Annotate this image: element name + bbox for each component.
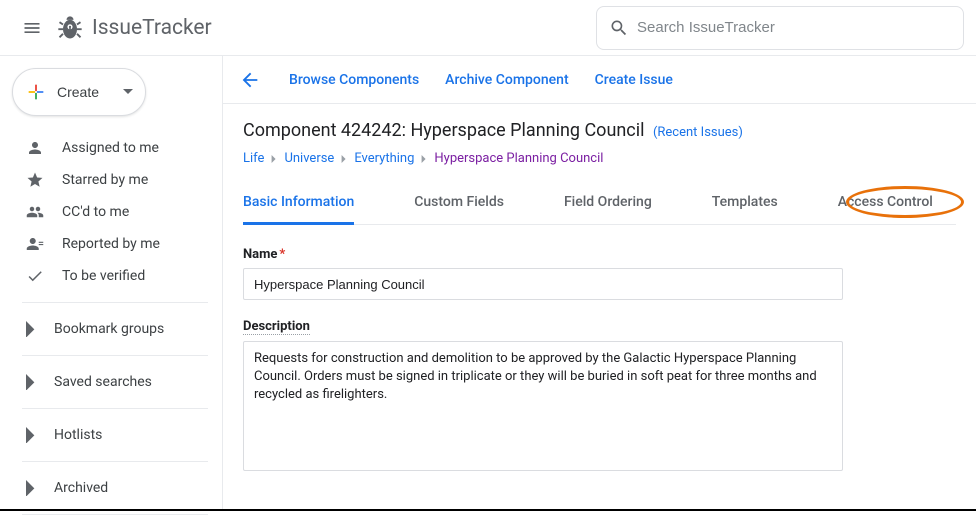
back-button[interactable]: [239, 68, 263, 92]
sidebar: Create Assigned to me Starred by me CC'd…: [0, 56, 222, 511]
breadcrumb-link[interactable]: Universe: [284, 151, 334, 166]
chevron-right-icon: [270, 155, 278, 163]
tab-access-control[interactable]: Access Control: [838, 184, 933, 224]
sidebar-item-label: Starred by me: [62, 172, 148, 188]
chevron-down-icon: [123, 87, 133, 97]
person-icon: [26, 139, 44, 157]
search-icon: [609, 18, 629, 38]
create-button[interactable]: Create: [12, 68, 146, 116]
search-input[interactable]: [637, 19, 955, 36]
sidebar-item-label: To be verified: [62, 268, 145, 284]
divider: [22, 302, 208, 303]
breadcrumb-current: Hyperspace Planning Council: [434, 151, 603, 166]
arrow-right-icon: [26, 321, 36, 338]
name-input[interactable]: [243, 268, 843, 300]
app-title: IssueTracker: [92, 16, 212, 40]
check-icon: [26, 267, 44, 285]
sidebar-item-ccd[interactable]: CC'd to me: [0, 196, 222, 228]
sidebar-group-saved[interactable]: Saved searches: [0, 362, 222, 402]
archive-component-link[interactable]: Archive Component: [445, 72, 568, 88]
description-textarea[interactable]: [243, 341, 843, 471]
sidebar-group-bookmarks[interactable]: Bookmark groups: [0, 309, 222, 349]
divider: [22, 408, 208, 409]
sidebar-group-label: Hotlists: [54, 427, 102, 443]
sidebar-item-label: Assigned to me: [62, 140, 159, 156]
plus-icon: [25, 81, 47, 103]
people-icon: [26, 203, 44, 221]
hamburger-icon: [22, 18, 42, 38]
breadcrumb-link[interactable]: Life: [243, 151, 264, 166]
browse-components-link[interactable]: Browse Components: [289, 72, 419, 88]
arrow-right-icon: [26, 374, 36, 391]
divider: [22, 355, 208, 356]
search-box[interactable]: [596, 6, 964, 50]
sidebar-group-label: Bookmark groups: [54, 321, 164, 337]
action-bar: Browse Components Archive Component Crea…: [223, 56, 976, 104]
create-label: Create: [57, 84, 99, 100]
name-label: Name*: [243, 247, 956, 262]
hamburger-menu-button[interactable]: [12, 8, 52, 48]
sidebar-item-reported[interactable]: Reported by me: [0, 228, 222, 260]
arrow-back-icon: [239, 69, 261, 91]
top-bar: IssueTracker: [0, 0, 976, 56]
sidebar-item-verified[interactable]: To be verified: [0, 260, 222, 292]
breadcrumb: Life Universe Everything Hyperspace Plan…: [243, 151, 956, 166]
bug-logo-icon: [56, 14, 84, 42]
arrow-right-icon: [26, 480, 36, 497]
create-issue-link[interactable]: Create Issue: [595, 72, 673, 88]
tab-templates[interactable]: Templates: [712, 184, 778, 224]
chevron-right-icon: [340, 155, 348, 163]
sidebar-item-label: Reported by me: [62, 236, 160, 252]
sidebar-item-label: CC'd to me: [62, 204, 129, 220]
arrow-right-icon: [26, 427, 36, 444]
sidebar-item-assigned[interactable]: Assigned to me: [0, 132, 222, 164]
sidebar-group-label: Saved searches: [54, 374, 152, 390]
description-label: Description: [243, 319, 310, 335]
component-title: Component 424242: Hyperspace Planning Co…: [243, 120, 956, 141]
tab-basic-information[interactable]: Basic Information: [243, 184, 354, 225]
tab-custom-fields[interactable]: Custom Fields: [414, 184, 504, 224]
sidebar-group-archived[interactable]: Archived: [0, 468, 222, 508]
form: Name* Description: [243, 225, 956, 475]
tab-field-ordering[interactable]: Field Ordering: [564, 184, 652, 224]
sidebar-item-starred[interactable]: Starred by me: [0, 164, 222, 196]
component-title-text: Component 424242: Hyperspace Planning Co…: [243, 120, 644, 141]
sidebar-group-hotlists[interactable]: Hotlists: [0, 415, 222, 455]
person-lines-icon: [26, 235, 44, 253]
chevron-right-icon: [420, 155, 428, 163]
logo-area[interactable]: IssueTracker: [56, 14, 212, 42]
sidebar-group-label: Archived: [54, 480, 108, 496]
breadcrumb-link[interactable]: Everything: [354, 151, 414, 166]
divider: [22, 461, 208, 462]
recent-issues-link[interactable]: (Recent Issues): [653, 125, 743, 140]
star-icon: [26, 171, 44, 189]
main-area: Browse Components Archive Component Crea…: [222, 56, 976, 511]
tabs: Basic Information Custom Fields Field Or…: [243, 184, 956, 225]
